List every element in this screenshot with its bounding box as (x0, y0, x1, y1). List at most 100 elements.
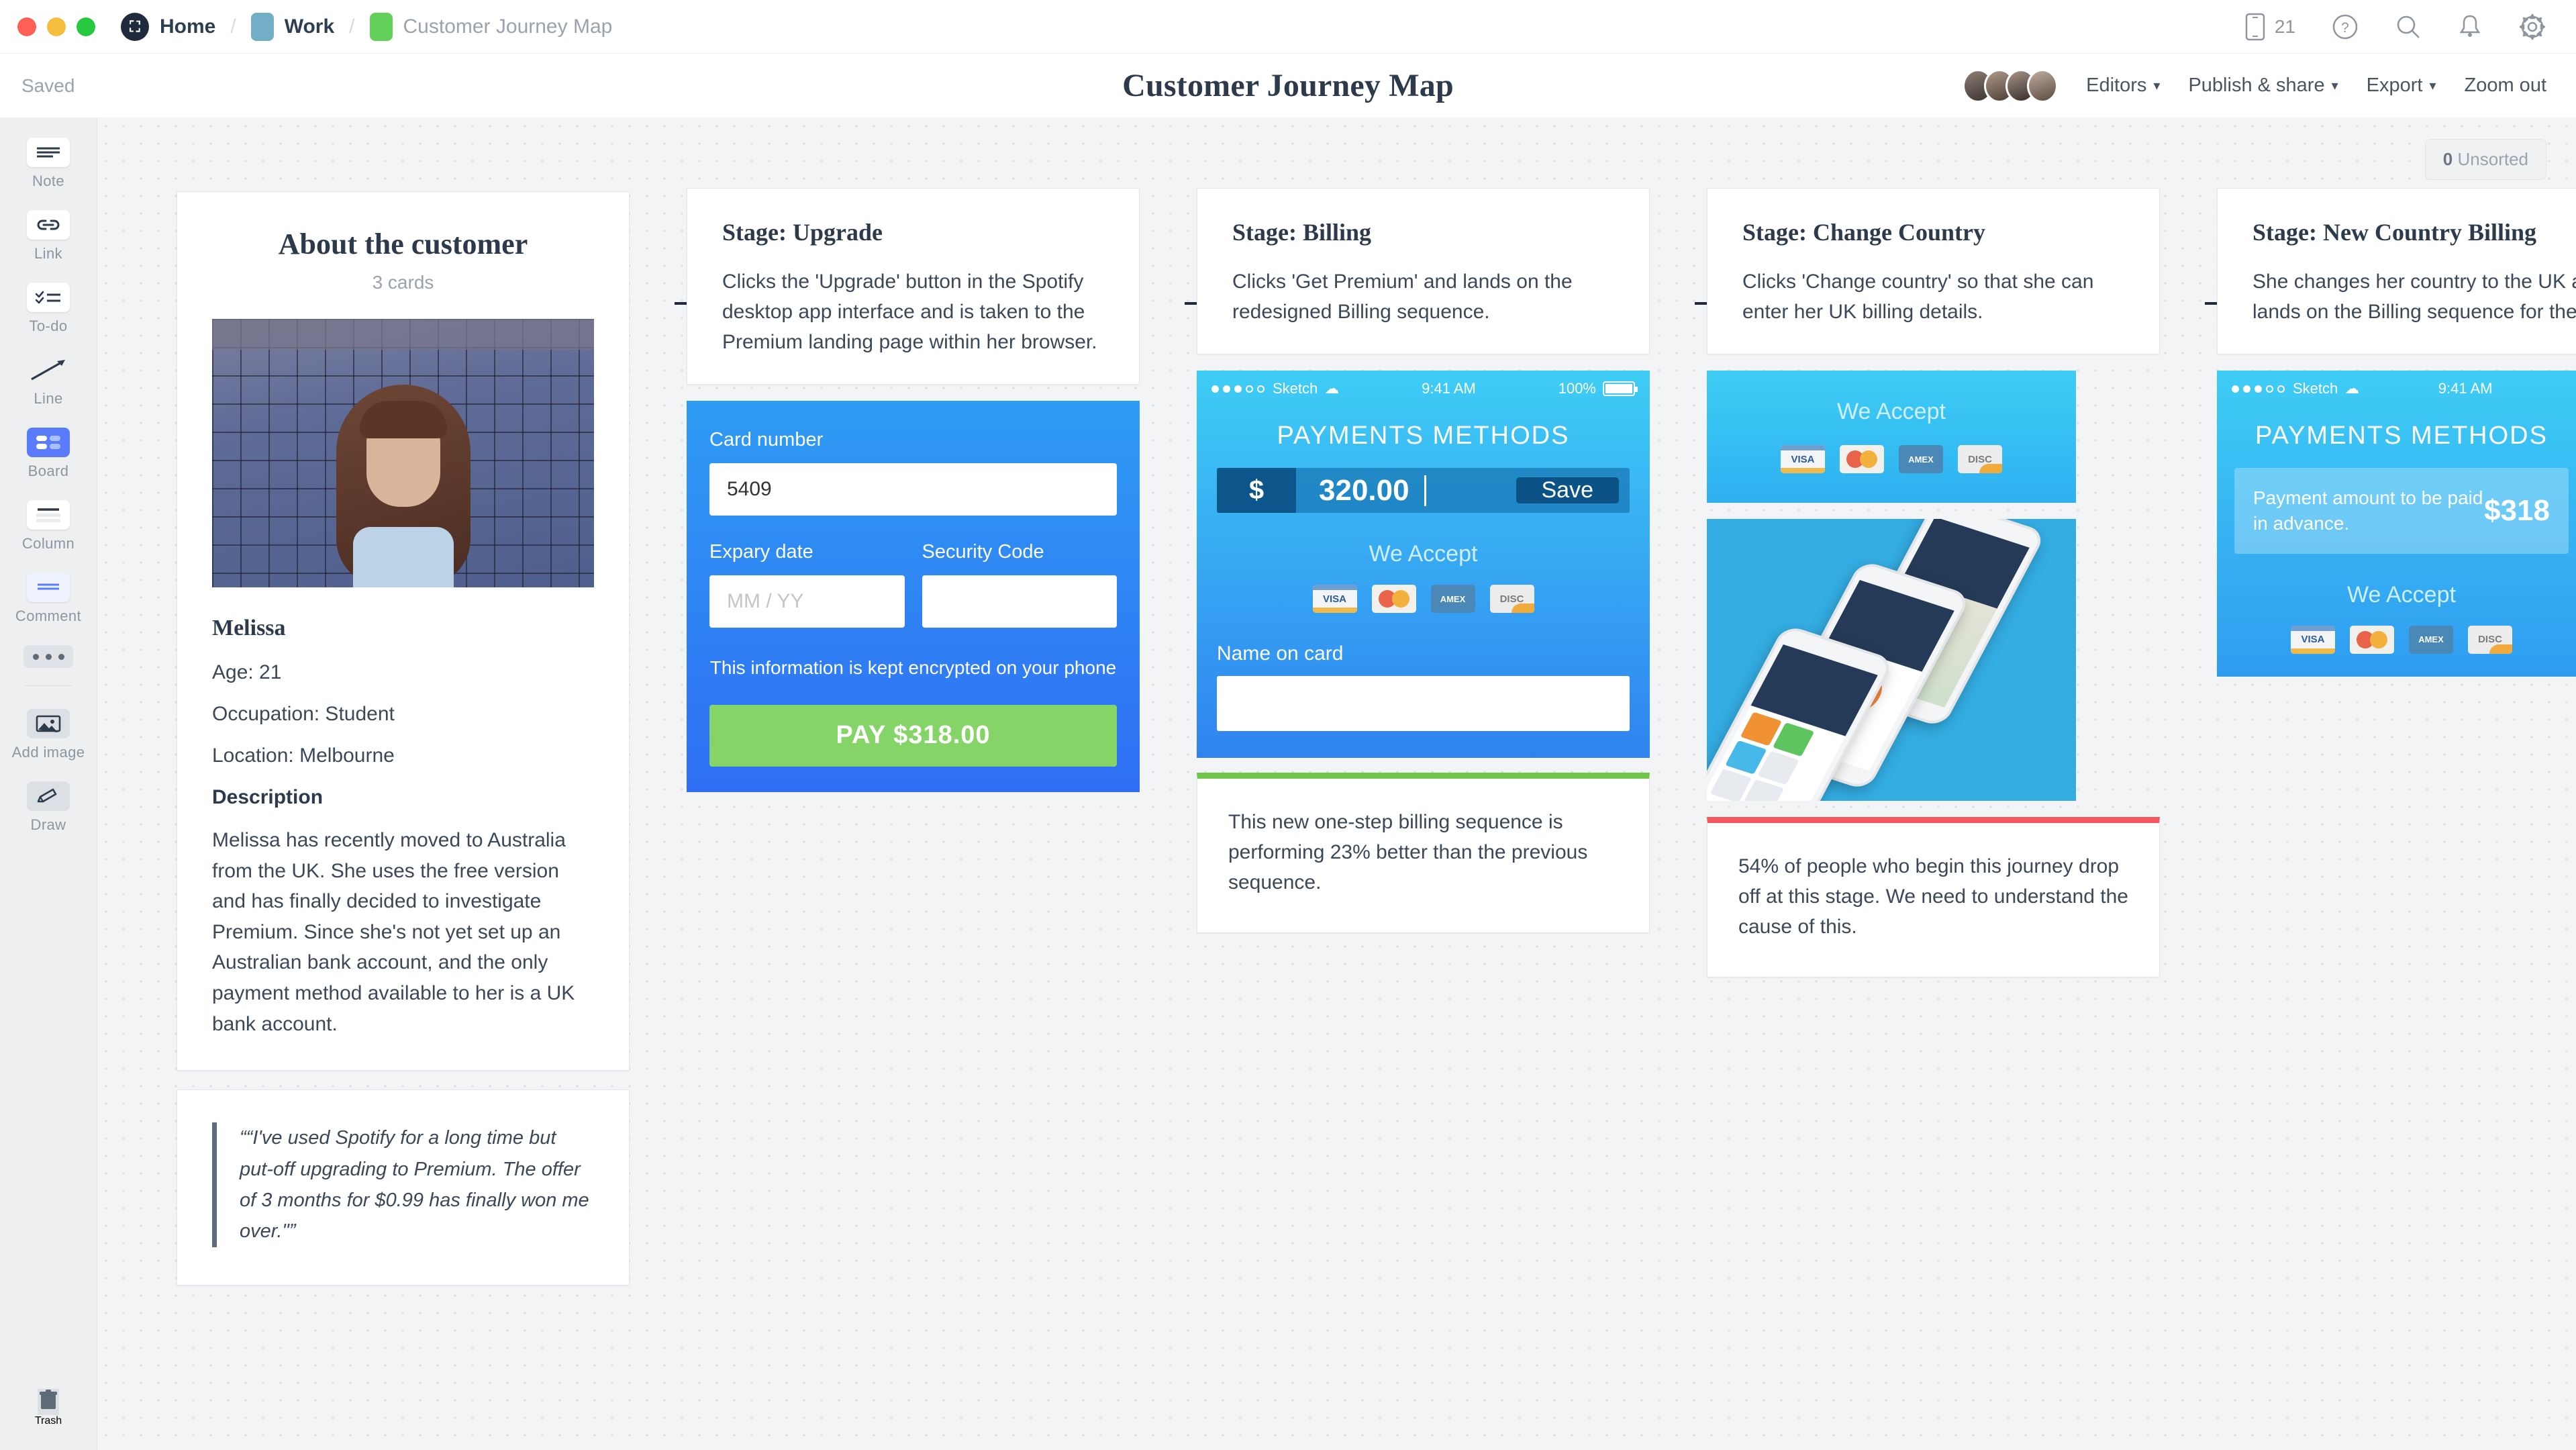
stage-card-change-country[interactable]: Stage: Change Country Clicks 'Change cou… (1707, 188, 2160, 354)
sidebar-item-label: Link (34, 245, 62, 262)
visa-icon: VISA (1312, 585, 1357, 613)
zoom-out-button[interactable]: Zoom out (2465, 75, 2547, 97)
column-stage-billing[interactable]: Stage: Billing Clicks 'Get Premium' and … (1197, 188, 1650, 933)
stage-card-billing[interactable]: Stage: Billing Clicks 'Get Premium' and … (1197, 188, 1650, 354)
stage-title: Stage: New Country Billing (2252, 219, 2536, 246)
customer-quote: ““I've used Spotify for a long time but … (212, 1122, 594, 1247)
payment-form-mock[interactable]: Card number 5409 Expary date MM / YY Sec… (687, 401, 1140, 792)
phone-mock-new-country[interactable]: Sketch ☁ 9:41 AM PAYMENTS METHODS Paymen… (2217, 371, 2576, 677)
breadcrumb-item-home[interactable]: Home (160, 15, 215, 38)
amount-input[interactable]: 320.00 (1296, 468, 1505, 513)
unsorted-badge[interactable]: 0 Unsorted (2424, 139, 2546, 180)
mastercard-icon (1371, 585, 1416, 613)
chevron-down-icon: ▾ (2429, 79, 2436, 93)
discover-icon: DISC (1489, 585, 1534, 613)
phone-status-bar: Sketch ☁ 9:41 AM (2217, 371, 2576, 407)
phone-mock-payments[interactable]: Sketch ☁ 9:41 AM 100% PAYMENTS METHODS $… (1197, 371, 1650, 758)
description-heading: Description (212, 786, 324, 808)
minimize-window-button[interactable] (47, 17, 66, 36)
name-on-card-input[interactable] (1217, 676, 1630, 731)
editor-avatars[interactable] (1963, 68, 2059, 103)
breadcrumb: ⛶ Home / Work / Customer Journey Map (121, 12, 613, 41)
sidebar-more-button[interactable] (0, 645, 97, 668)
note-text: 54% of people who begin this journey dro… (1738, 855, 2128, 938)
column-stage-new-country-billing[interactable]: Stage: New Country Billing She changes h… (2217, 188, 2576, 677)
about-cards-count: 3 cards (372, 272, 434, 293)
we-accept-banner[interactable]: We Accept VISA AMEX DISC (1707, 371, 2076, 503)
trash-icon (38, 1389, 59, 1415)
app-logo-icon[interactable]: ⛶ (121, 12, 149, 41)
sidebar-item-line[interactable]: Line (0, 355, 97, 407)
avatar[interactable] (2027, 68, 2059, 103)
maximize-window-button[interactable] (77, 17, 95, 36)
search-icon[interactable] (2395, 13, 2422, 40)
breadcrumb-item-board[interactable]: Customer Journey Map (403, 15, 613, 38)
sidebar-item-draw[interactable]: Draw (0, 781, 97, 834)
carrier-name: Sketch (2293, 380, 2338, 397)
column-stage-upgrade[interactable]: Stage: Upgrade Clicks the 'Upgrade' butt… (687, 188, 1140, 792)
photo-bg-strip (212, 319, 594, 350)
unsorted-count: 0 (2442, 149, 2453, 169)
pencil-icon (27, 781, 70, 811)
bell-icon[interactable] (2458, 13, 2482, 40)
window-titlebar: ⛶ Home / Work / Customer Journey Map 21 … (0, 0, 2576, 54)
line-icon (27, 355, 70, 385)
chevron-down-icon: ▾ (2331, 79, 2338, 93)
pay-button[interactable]: PAY $318.00 (709, 704, 1117, 767)
customer-occupation: Occupation: Student (212, 703, 395, 725)
sidebar-item-note[interactable]: Note (0, 138, 97, 190)
mobile-icon[interactable]: 21 (2245, 13, 2295, 41)
accepted-cards: VISA AMEX DISC (1707, 445, 2076, 473)
sidebar-item-todo[interactable]: To-do (0, 283, 97, 335)
stage-body: Clicks 'Change country' so that she can … (1742, 271, 2094, 323)
close-window-button[interactable] (17, 17, 36, 36)
help-icon[interactable]: ? (2332, 13, 2359, 40)
publish-share-menu[interactable]: Publish & share ▾ (2188, 75, 2338, 97)
sidebar-item-add-image[interactable]: Add image (0, 709, 97, 761)
about-customer-card[interactable]: About the customer 3 cards Melissa Age: … (177, 191, 630, 1071)
accepted-cards: VISA AMEX DISC (1197, 585, 1650, 613)
sidebar-item-label: Trash (34, 1415, 62, 1427)
about-body: Melissa Age: 21 Occupation: Student Loca… (177, 587, 629, 1070)
editors-menu[interactable]: Editors ▾ (2086, 75, 2160, 97)
sidebar-item-board[interactable]: Board (0, 428, 97, 480)
save-button[interactable]: Save (1516, 477, 1619, 503)
phone-battery-group: 100% (1558, 380, 1638, 397)
gear-icon[interactable] (2518, 13, 2546, 41)
security-input[interactable] (922, 575, 1117, 628)
window-traffic-lights (17, 17, 95, 36)
carrier-name: Sketch (1273, 380, 1318, 397)
column-about-customer[interactable]: About the customer 3 cards Melissa Age: … (177, 191, 630, 1286)
note-card-dropoff[interactable]: 54% of people who begin this journey dro… (1707, 817, 2160, 977)
left-tool-rail: Note Link To-do Line Board Column Commen… (0, 117, 97, 1450)
photo-subject (333, 366, 474, 587)
column-stage-change-country[interactable]: Stage: Change Country Clicks 'Change cou… (1707, 188, 2160, 977)
battery-icon (1603, 381, 1638, 396)
note-card-billing-performance[interactable]: This new one-step billing sequence is pe… (1197, 773, 1650, 933)
card-number-input[interactable]: 5409 (709, 463, 1117, 516)
currency-symbol: $ (1217, 468, 1296, 513)
sidebar-item-trash[interactable]: Trash (35, 1389, 62, 1427)
todo-icon (27, 283, 70, 312)
breadcrumb-separator: / (349, 15, 355, 38)
breadcrumb-chip-work[interactable] (250, 12, 274, 41)
export-menu[interactable]: Export ▾ (2367, 75, 2436, 97)
sidebar-item-label: To-do (29, 318, 68, 334)
sidebar-item-comment[interactable]: Comment (0, 573, 97, 625)
discover-icon: DISC (1958, 445, 2002, 473)
breadcrumb-item-work[interactable]: Work (285, 15, 334, 38)
stage-card-upgrade[interactable]: Stage: Upgrade Clicks the 'Upgrade' butt… (687, 188, 1140, 385)
customer-photo (212, 319, 594, 587)
signal-icon (1211, 385, 1265, 393)
sidebar-item-column[interactable]: Column (0, 500, 97, 552)
sidebar-item-label: Line (34, 390, 63, 407)
sidebar-item-link[interactable]: Link (0, 210, 97, 262)
breadcrumb-chip-board[interactable] (369, 12, 393, 41)
mastercard-icon (1840, 445, 1884, 473)
board-canvas[interactable]: 0 Unsorted About the customer 3 cards Me… (97, 117, 2576, 1450)
customer-quote-card[interactable]: ““I've used Spotify for a long time but … (177, 1090, 630, 1286)
expiry-input[interactable]: MM / YY (709, 575, 905, 628)
stage-card-new-country-billing[interactable]: Stage: New Country Billing She changes h… (2217, 188, 2576, 354)
we-accept-label: We Accept (2347, 581, 2456, 608)
customer-description: Melissa has recently moved to Australia … (212, 829, 575, 1035)
